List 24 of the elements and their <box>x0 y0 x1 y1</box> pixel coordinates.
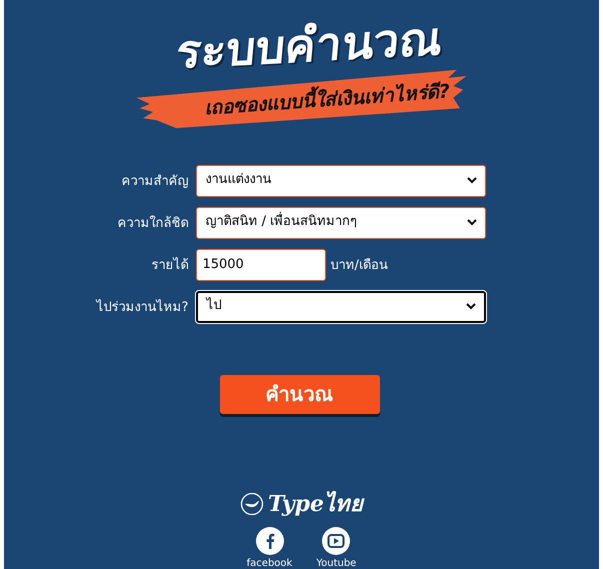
dropdown-value: ญาติสนิท / เพื่อนสนิทมากๆ <box>205 212 358 233</box>
facebook-icon <box>256 527 284 555</box>
youtube-icon <box>322 527 350 555</box>
page-title: ระบบคำนวณ <box>173 11 445 80</box>
chevron-down-icon <box>466 303 476 310</box>
chevron-down-icon <box>467 177 478 184</box>
social-label: facebook <box>246 558 292 569</box>
dropdown-value: งานแต่งงาน <box>205 171 272 190</box>
field-label: ไปร่วมงานไหม? <box>96 298 188 317</box>
dropdown-value: ไป <box>206 296 222 316</box>
bird-logo-icon <box>240 492 264 516</box>
social-label: Youtube <box>316 558 356 569</box>
dropdown-field[interactable]: ญาติสนิท / เพื่อนสนิทมากๆ <box>196 206 486 238</box>
income-field[interactable]: 15000 <box>196 248 326 280</box>
unit-label: บาท/เดือน <box>330 257 388 275</box>
field-label: รายได้ <box>150 256 188 275</box>
brand-logo: Typeไทย <box>268 490 364 519</box>
social-link[interactable]: facebook <box>246 527 292 569</box>
dropdown-field[interactable]: ไป <box>196 290 486 322</box>
field-label: ความสำคัญ <box>120 173 188 191</box>
dropdown-field[interactable]: งานแต่งงาน <box>196 164 486 196</box>
social-link[interactable]: Youtube <box>316 527 356 569</box>
chevron-down-icon <box>467 219 478 226</box>
field-label: ความใกล้ชิด <box>116 214 188 233</box>
